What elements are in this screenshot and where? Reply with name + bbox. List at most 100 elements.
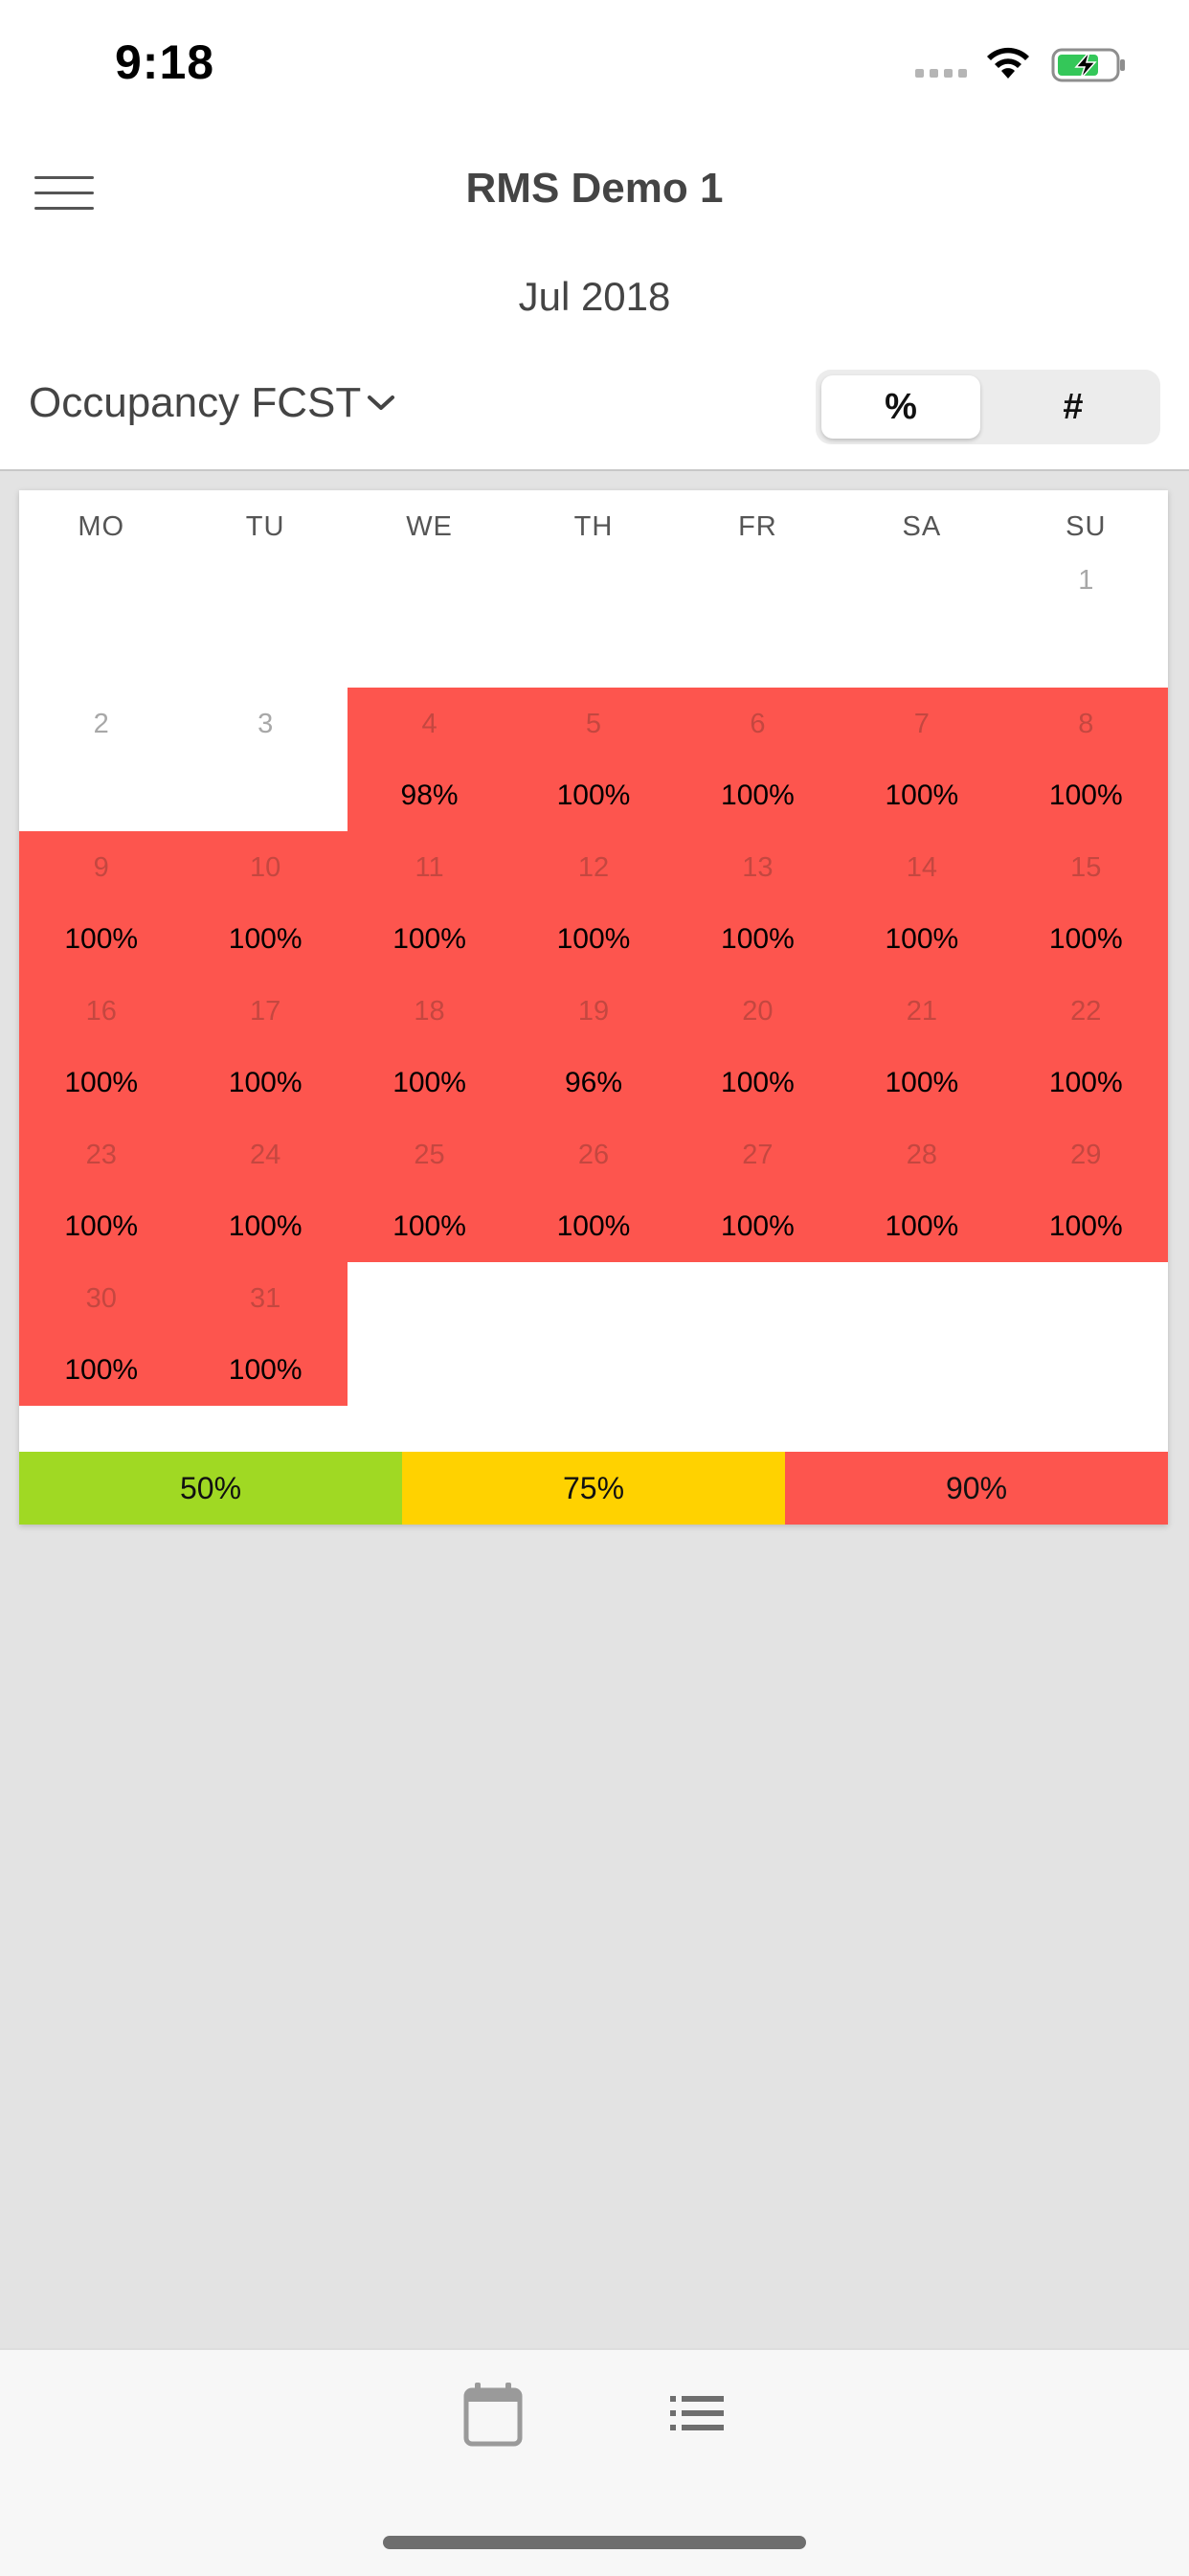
day-number: 30	[85, 1283, 117, 1314]
occupancy-value: 100%	[228, 1067, 303, 1098]
calendar-day-cell[interactable]: 17 100%	[183, 975, 348, 1119]
day-number: 13	[742, 852, 774, 883]
occupancy-value: 100%	[64, 1354, 139, 1386]
day-number: 2	[93, 709, 109, 739]
occupancy-value: 100%	[64, 1067, 139, 1098]
calendar-day-cell[interactable]: 30 100%	[19, 1262, 184, 1406]
status-bar: 9:18	[0, 0, 1189, 124]
occupancy-value: 96%	[564, 1067, 623, 1098]
occupancy-value: 100%	[885, 923, 959, 955]
calendar-day-cell[interactable]: 19 96%	[511, 975, 676, 1119]
occupancy-value: 100%	[228, 923, 303, 955]
occupancy-value: 100%	[1048, 1067, 1123, 1098]
calendar-day-cell[interactable]: 3	[183, 688, 347, 831]
unit-toggle: % #	[816, 370, 1160, 444]
day-number: 29	[1070, 1140, 1102, 1170]
occupancy-legend: 50% 75% 90%	[19, 1452, 1168, 1525]
day-number: 8	[1078, 709, 1094, 739]
calendar-day-cell[interactable]: 28 100%	[840, 1119, 1004, 1262]
calendar-day-cell[interactable]: 27 100%	[675, 1119, 841, 1262]
calendar-day-cell[interactable]: 8 100%	[1003, 688, 1168, 831]
calendar-day-cell[interactable]: 12 100%	[511, 831, 676, 975]
weekday-label: TU	[245, 511, 285, 542]
day-number: 17	[250, 996, 281, 1027]
calendar-day-cell[interactable]: 11 100%	[347, 831, 512, 975]
battery-charging-icon	[1051, 48, 1125, 82]
weekday-label: FR	[738, 511, 777, 542]
calendar-day-cell[interactable]: 15 100%	[1003, 831, 1168, 975]
app-header: RMS Demo 1 Jul 2018 Occupancy FCST % #	[0, 124, 1189, 471]
occupancy-value: 100%	[228, 1354, 303, 1386]
home-indicator	[383, 2536, 806, 2549]
metric-dropdown-label: Occupancy FCST	[29, 379, 362, 426]
occupancy-value: 100%	[393, 1210, 466, 1242]
calendar-day-cell[interactable]: 22 100%	[1003, 975, 1168, 1119]
day-number: 7	[913, 709, 930, 739]
calendar-day-cell[interactable]: 31 100%	[183, 1262, 348, 1406]
day-number: 10	[250, 852, 281, 883]
day-number: 21	[906, 996, 937, 1027]
calendar-day-cell[interactable]: 29 100%	[1003, 1119, 1168, 1262]
occupancy-value: 100%	[721, 1067, 795, 1098]
calendar-day-cell[interactable]: 16 100%	[19, 975, 184, 1119]
occupancy-value: 100%	[885, 780, 959, 811]
calendar-day-cell[interactable]: 9 100%	[19, 831, 184, 975]
legend-item: 50%	[19, 1452, 402, 1525]
day-number: 15	[1070, 852, 1102, 883]
occupancy-value: 100%	[721, 923, 795, 955]
calendar-day-cell[interactable]: 24 100%	[183, 1119, 348, 1262]
calendar-day-cell[interactable]: 21 100%	[840, 975, 1004, 1119]
occupancy-value: 100%	[721, 780, 795, 811]
calendar-day-cell[interactable]: 26 100%	[511, 1119, 676, 1262]
calendar-day-cell[interactable]: 7 100%	[840, 688, 1004, 831]
header-divider	[0, 469, 1189, 471]
calendar-day-cell[interactable]: 10 100%	[183, 831, 348, 975]
day-number: 24	[250, 1140, 281, 1170]
occupancy-value: 100%	[228, 1210, 303, 1242]
calendar-day-cell[interactable]: 25 100%	[347, 1119, 512, 1262]
calendar-day-cell[interactable]: 4 98%	[347, 688, 512, 831]
list-icon[interactable]	[670, 2394, 724, 2432]
day-number: 1	[1078, 565, 1094, 596]
occupancy-value: 100%	[885, 1067, 959, 1098]
calendar-day-cell[interactable]: 6 100%	[675, 688, 841, 831]
percent-toggle-button[interactable]: %	[821, 375, 980, 439]
day-number: 25	[414, 1140, 445, 1170]
calendar-day-cell[interactable]: 18 100%	[347, 975, 512, 1119]
occupancy-value: 100%	[64, 923, 139, 955]
count-toggle-button[interactable]: #	[994, 375, 1153, 439]
calendar-day-cell[interactable]: 20 100%	[675, 975, 841, 1119]
occupancy-value: 100%	[556, 923, 631, 955]
weekday-label: WE	[406, 511, 453, 542]
occupancy-value: 100%	[1048, 923, 1123, 955]
day-number: 23	[85, 1140, 117, 1170]
calendar-day-cell[interactable]: 5 100%	[511, 688, 676, 831]
occupancy-value: 100%	[393, 923, 466, 955]
legend-item: 75%	[402, 1452, 785, 1525]
calendar-icon[interactable]	[463, 2381, 523, 2448]
calendar-day-cell[interactable]: 13 100%	[675, 831, 841, 975]
day-number: 22	[1070, 996, 1102, 1027]
day-number: 18	[414, 996, 445, 1027]
calendar-card: MO TU WE TH FR SA SU 50% 75% 90% 1 2 3 4 98% 5 100% 6 10…	[19, 490, 1168, 1525]
occupancy-value: 98%	[400, 780, 459, 811]
occupancy-value: 100%	[64, 1210, 139, 1242]
calendar-day-cell[interactable]: 2	[19, 688, 183, 831]
weekday-label: SU	[1066, 511, 1107, 542]
occupancy-value: 100%	[393, 1067, 466, 1098]
metric-dropdown[interactable]: Occupancy FCST	[29, 379, 395, 427]
occupancy-value: 100%	[556, 780, 631, 811]
day-number: 31	[250, 1283, 281, 1314]
month-label[interactable]: Jul 2018	[0, 274, 1189, 320]
day-number: 5	[585, 709, 602, 739]
weekday-label: SA	[902, 511, 942, 542]
calendar-day-cell[interactable]: 23 100%	[19, 1119, 184, 1262]
day-number: 11	[415, 852, 444, 883]
occupancy-value: 100%	[721, 1210, 795, 1242]
wifi-icon	[987, 47, 1029, 79]
day-number: 6	[750, 709, 766, 739]
day-number: 3	[258, 709, 274, 739]
calendar-day-cell[interactable]: 1	[1004, 544, 1168, 688]
calendar-day-cell[interactable]: 14 100%	[840, 831, 1004, 975]
day-number: 16	[85, 996, 117, 1027]
